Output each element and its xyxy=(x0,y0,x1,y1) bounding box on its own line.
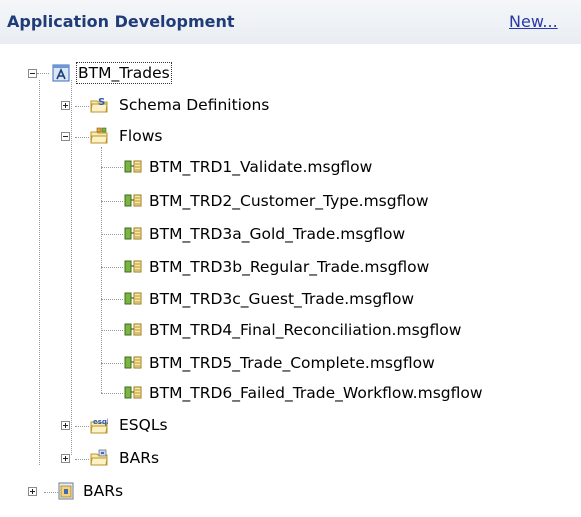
esql-folder-icon: esql xyxy=(90,418,108,434)
svg-text:esql: esql xyxy=(93,418,108,426)
bars-folder-icon xyxy=(90,449,108,466)
tree-connector xyxy=(44,492,58,493)
collapse-toggle[interactable] xyxy=(61,132,70,141)
application-icon xyxy=(52,64,70,82)
tree-item-label: BTM_TRD3a_Gold_Trade.msgflow xyxy=(149,225,406,243)
tree-item-label: ESQLs xyxy=(119,416,168,434)
tree-connector xyxy=(101,393,123,394)
tree-connector xyxy=(101,330,123,331)
message-flow-icon xyxy=(124,386,142,399)
message-flow-icon xyxy=(124,227,142,240)
message-flow-icon xyxy=(124,356,142,369)
flows-folder-icon xyxy=(90,127,108,144)
schema-folder-icon: S xyxy=(90,97,108,113)
expand-toggle[interactable] xyxy=(61,421,70,430)
tree-connector xyxy=(101,167,123,168)
tree-item-label: BTM_TRD4_Final_Reconciliation.msgflow xyxy=(149,321,462,339)
expand-toggle[interactable] xyxy=(28,487,37,496)
tree-item-label: BARs xyxy=(83,482,124,500)
collapse-toggle[interactable] xyxy=(28,69,37,78)
tree-item-label: BTM_TRD1_Validate.msgflow xyxy=(149,158,373,176)
expand-toggle[interactable] xyxy=(61,101,70,110)
tree-item-label: BTM_TRD6_Failed_Trade_Workflow.msgflow xyxy=(149,384,483,402)
tree-item-label: Schema Definitions xyxy=(119,96,270,114)
tree-connector xyxy=(101,299,123,300)
tree-connector xyxy=(39,80,40,465)
tree-item-label: BARs xyxy=(119,449,160,467)
expand-toggle[interactable] xyxy=(61,454,70,463)
tree-item-label: BTM_Trades xyxy=(76,62,172,84)
tree-connector xyxy=(101,234,123,235)
tree-item-label: Flows xyxy=(119,127,163,145)
message-flow-icon xyxy=(124,194,142,207)
message-flow-icon xyxy=(124,323,142,336)
tree-connector xyxy=(101,201,123,202)
tree-connector xyxy=(37,73,49,74)
tree-item-label: BTM_TRD5_Trade_Complete.msgflow xyxy=(149,354,435,372)
tree-connector xyxy=(71,80,72,455)
tree-connector xyxy=(75,426,89,427)
tree-item-label: BTM_TRD2_Customer_Type.msgflow xyxy=(149,192,429,210)
message-flow-icon xyxy=(124,260,142,273)
message-flow-icon xyxy=(124,292,142,305)
tree-connector xyxy=(75,106,89,107)
tree-connector xyxy=(101,363,123,364)
tree-connector xyxy=(101,147,102,393)
tree-connector xyxy=(75,137,89,138)
tree-connector xyxy=(75,459,89,460)
navigator-tree: BTM_Trades S Schema Definitions Flows BT… xyxy=(0,0,581,517)
tree-item-label: BTM_TRD3c_Guest_Trade.msgflow xyxy=(149,290,415,308)
tree-item-label: BTM_TRD3b_Regular_Trade.msgflow xyxy=(149,258,430,276)
message-flow-icon xyxy=(124,160,142,173)
bar-root-icon xyxy=(58,482,74,500)
svg-text:S: S xyxy=(98,97,105,108)
tree-connector xyxy=(101,267,123,268)
